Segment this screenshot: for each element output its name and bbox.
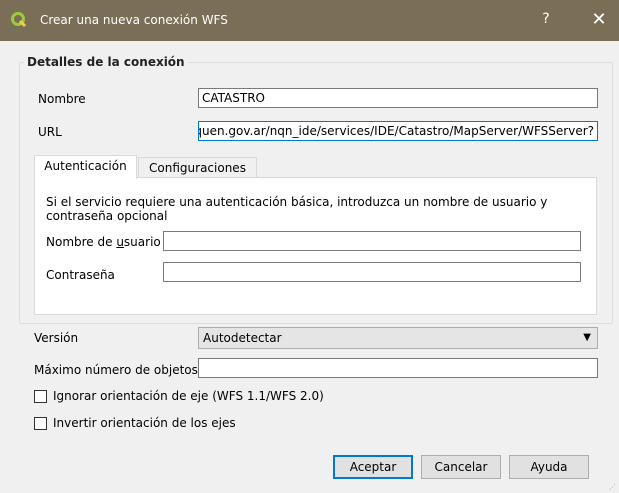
max-features-label: Máximo número de objetos	[34, 363, 198, 377]
ignore-axis-checkbox[interactable]	[34, 390, 47, 403]
max-features-input[interactable]	[198, 358, 598, 378]
help-button[interactable]: Ayuda	[509, 455, 589, 479]
close-icon[interactable]: ✕	[588, 9, 610, 31]
name-input[interactable]: CATASTRO	[198, 88, 598, 108]
version-select[interactable]: Autodetectar ▼	[198, 327, 598, 349]
qgis-logo-icon	[11, 12, 27, 28]
url-label: URL	[38, 125, 62, 139]
tab-authentication[interactable]: Autenticación	[34, 155, 137, 179]
invert-axis-label[interactable]: Invertir orientación de los ejes	[53, 416, 236, 430]
name-value: CATASTRO	[202, 91, 265, 105]
cancel-button[interactable]: Cancelar	[421, 455, 501, 479]
url-input[interactable]: iquen.gov.ar/nqn_ide/services/IDE/Catast…	[198, 121, 598, 141]
username-label: Nombre de usuario	[46, 235, 161, 249]
version-label: Versión	[34, 331, 79, 345]
version-value: Autodetectar	[203, 331, 282, 345]
tab-authentication-label: Autenticación	[44, 159, 127, 173]
window-title: Crear una nueva conexión WFS	[40, 13, 228, 27]
group-title: Detalles de la conexión	[24, 55, 188, 69]
title-bar[interactable]: Crear una nueva conexión WFS ? ✕	[0, 0, 619, 41]
resize-grip-icon[interactable]: ⋰	[609, 483, 617, 491]
auth-description: Si el servicio requiere una autenticació…	[46, 195, 548, 223]
name-label: Nombre	[38, 92, 86, 106]
tab-settings-label: Configuraciones	[149, 161, 246, 175]
ignore-axis-label[interactable]: Ignorar orientación de eje (WFS 1.1/WFS …	[53, 389, 324, 403]
chevron-down-icon: ▼	[583, 332, 591, 343]
tab-settings[interactable]: Configuraciones	[138, 157, 257, 179]
accept-button[interactable]: Aceptar	[333, 455, 413, 479]
password-label: Contraseña	[46, 268, 115, 282]
help-icon[interactable]: ?	[536, 11, 556, 31]
url-value: iquen.gov.ar/nqn_ide/services/IDE/Catast…	[198, 124, 594, 138]
invert-axis-checkbox[interactable]	[34, 417, 47, 430]
username-input[interactable]	[163, 231, 581, 251]
password-input[interactable]	[163, 262, 581, 282]
